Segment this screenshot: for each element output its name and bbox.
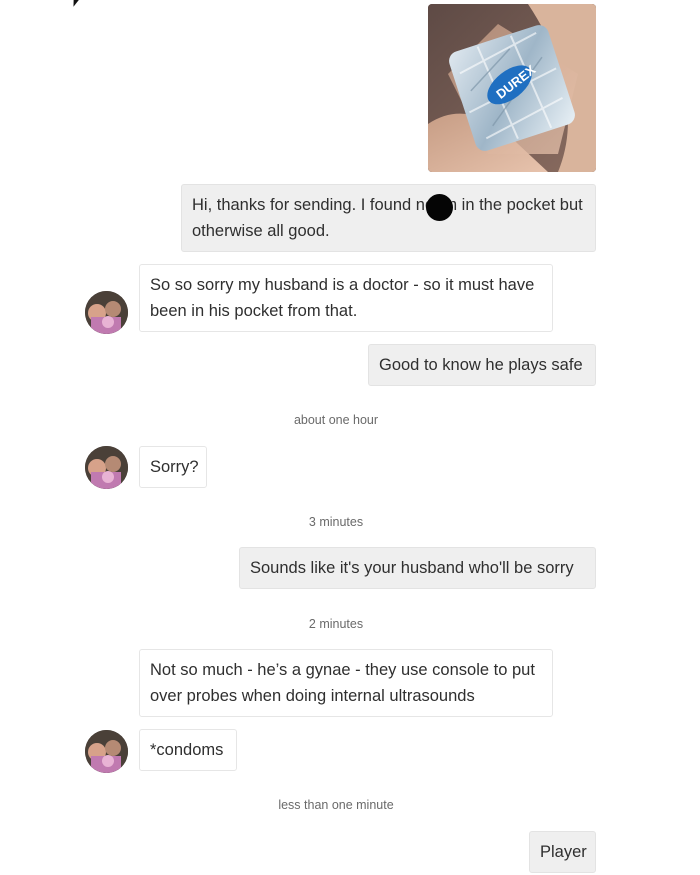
avatar[interactable] [85,730,128,773]
message-text: So so sorry my husband is a doctor - so … [150,276,535,320]
avatar[interactable] [85,446,128,489]
redaction-dot [426,194,453,221]
message-bubble-outgoing[interactable]: Hi, thanks for sending. I found ndom in … [181,184,596,252]
message-text: Sorry? [150,458,199,476]
message-bubble-outgoing[interactable]: Sounds like it's your husband who'll be … [239,547,596,589]
timestamp: about one hour [293,413,379,427]
message-text: Hi, thanks for sending. I found ndom in … [192,196,583,240]
message-text: Not so much - he’s a gynae - they use co… [150,661,535,705]
timestamp: less than one minute [278,798,394,812]
message-bubble-incoming[interactable]: *condoms [139,729,237,771]
corner-mark [70,0,80,8]
avatar[interactable] [85,291,128,334]
message-bubble-outgoing[interactable]: Player [529,831,596,873]
condom-wrapper-photo-icon: DUREX [428,4,596,172]
message-text: Player [540,843,587,861]
message-bubble-incoming[interactable]: Sorry? [139,446,207,488]
message-bubble-incoming[interactable]: Not so much - he’s a gynae - they use co… [139,649,553,717]
message-text: Good to know he plays safe [379,356,583,374]
photo-message[interactable]: DUREX [428,4,596,172]
message-bubble-incoming[interactable]: So so sorry my husband is a doctor - so … [139,264,553,332]
message-text: *condoms [150,741,224,759]
message-text: Sounds like it's your husband who'll be … [250,559,574,577]
message-bubble-outgoing[interactable]: Good to know he plays safe [368,344,596,386]
timestamp: 3 minutes [308,515,364,529]
timestamp: 2 minutes [308,617,364,631]
